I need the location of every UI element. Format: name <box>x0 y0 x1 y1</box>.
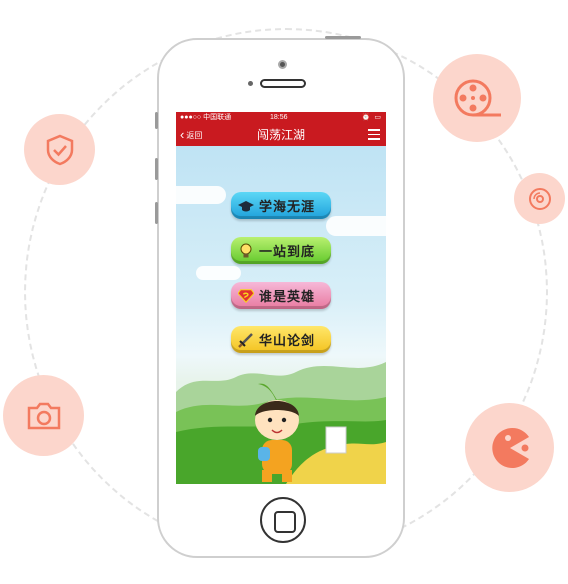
menu-label: 学海无涯 <box>259 200 316 215</box>
shield-check-icon <box>46 134 73 165</box>
nav-bar: ‹ 返回 闯荡江湖 <box>176 124 386 146</box>
status-time: 18:56 <box>270 114 288 121</box>
cloud <box>196 266 241 280</box>
home-button[interactable] <box>260 497 306 543</box>
hills-mascot-illustration <box>176 362 386 484</box>
phone-screen: ●●●○○ 中国联通 18:56 ⏰ ▭ ‹ 返回 闯荡江湖 学海无涯 一站到底… <box>176 112 386 484</box>
menu-label: 一站到底 <box>259 245 316 260</box>
film-reel-icon <box>454 79 501 117</box>
front-camera <box>278 60 287 69</box>
disc-bubble <box>514 173 565 224</box>
earpiece-speaker <box>260 79 306 88</box>
menu-button-hero[interactable]: 谁是英雄 <box>231 282 331 309</box>
menu-button-quiz[interactable]: 一站到底 <box>231 237 331 264</box>
page-title: 闯荡江湖 <box>256 128 305 142</box>
pacman-icon <box>491 427 529 468</box>
graduation-cap-icon <box>238 198 254 214</box>
volume-down-button <box>155 202 158 224</box>
superman-icon <box>238 288 254 304</box>
power-button <box>325 36 361 39</box>
menu-label: 华山论剑 <box>259 334 316 349</box>
camera-bubble <box>3 375 84 456</box>
battery-alarm-icons: ⏰ ▭ <box>361 114 382 121</box>
shield-bubble <box>24 114 95 185</box>
carrier-signal: ●●●○○ 中国联通 <box>180 114 232 121</box>
sword-icon <box>238 332 254 348</box>
lightbulb-icon <box>238 243 254 259</box>
cloud <box>176 186 226 204</box>
phone-frame: ●●●○○ 中国联通 18:56 ⏰ ▭ ‹ 返回 闯荡江湖 学海无涯 一站到底… <box>155 36 405 558</box>
mute-switch <box>155 112 158 129</box>
cloud <box>326 216 386 236</box>
volume-up-button <box>155 158 158 180</box>
menu-button-study[interactable]: 学海无涯 <box>231 192 331 219</box>
menu-label: 谁是英雄 <box>259 290 316 305</box>
disc-icon <box>528 187 551 210</box>
pacman-bubble <box>465 403 554 492</box>
hamburger-menu-icon[interactable] <box>368 129 380 140</box>
main-content: 学海无涯 一站到底 谁是英雄 华山论剑 <box>176 146 386 484</box>
camera-icon <box>27 402 60 429</box>
film-reel-bubble <box>433 54 521 142</box>
proximity-sensor <box>248 81 253 86</box>
status-bar: ●●●○○ 中国联通 18:56 ⏰ ▭ <box>176 112 386 124</box>
menu-button-sword[interactable]: 华山论剑 <box>231 326 331 353</box>
